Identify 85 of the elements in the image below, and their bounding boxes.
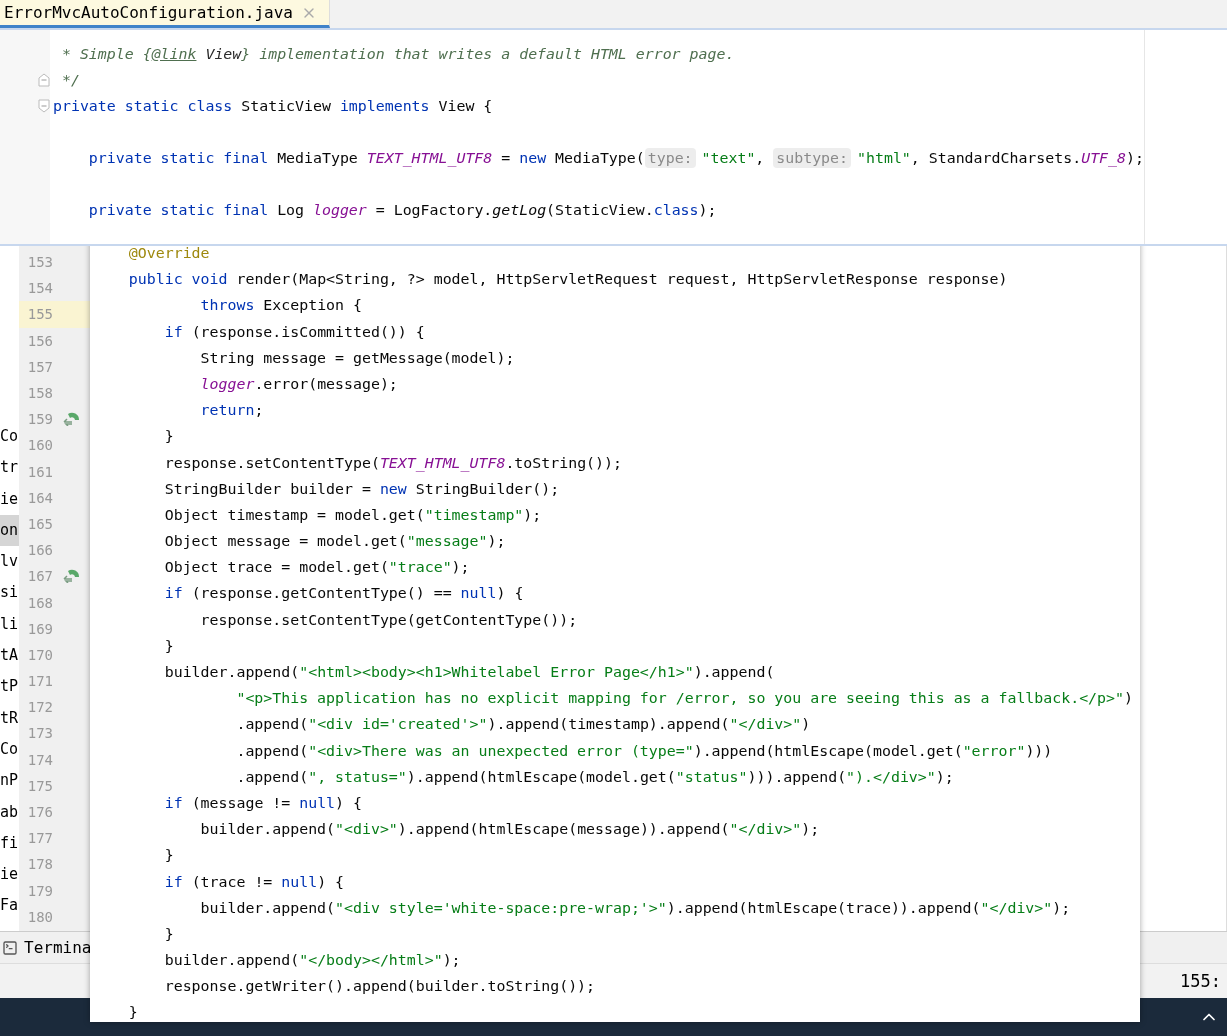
code-line: builder.append("<div>").append(htmlEscape(message)).append("</div>"); <box>199 819 821 841</box>
line-number: 180 <box>26 908 53 925</box>
code-line: */ <box>60 70 81 91</box>
code-line: response.setContentType(TEXT_HTML_UTF8.toString()); <box>163 452 623 474</box>
code-line: .append(", status=").append(htmlEscape(model.get("status"))).append(").</div>"); <box>235 766 955 788</box>
project-item[interactable]: si <box>0 577 19 609</box>
fold-icon[interactable] <box>38 73 50 87</box>
project-item[interactable]: tR <box>0 702 19 734</box>
code-line: private static class StaticView implements View { <box>53 96 494 117</box>
project-item[interactable]: li <box>0 608 19 641</box>
code-line: } <box>163 845 175 867</box>
line-number: 164 <box>26 489 53 506</box>
code-line: .append("<div>There was an unexpected error (type=").append(htmlEscape(model.get("error"))) <box>235 740 1054 762</box>
project-item[interactable]: Co <box>0 421 19 453</box>
line-number: 176 <box>26 804 53 821</box>
fold-icon[interactable] <box>38 99 50 113</box>
line-number: 169 <box>26 620 53 637</box>
line-number: 153 <box>26 254 53 271</box>
code-line: public void render(Map<String, ?> model, HttpServletRequest request, HttpServletResponse response) <box>127 269 1009 291</box>
line-number: 154 <box>26 280 53 297</box>
code-line: response.setContentType(getContentType()); <box>199 609 579 631</box>
project-item[interactable]: fi <box>0 827 19 860</box>
line-number: 159 <box>26 411 53 428</box>
line-number: 155 <box>26 306 53 323</box>
code-line: Object trace = model.get("trace"); <box>163 557 471 579</box>
project-item[interactable]: on <box>0 514 19 547</box>
override-icon[interactable] <box>63 569 81 584</box>
caret-position[interactable]: 155: <box>1180 971 1227 991</box>
line-number: 171 <box>26 673 53 690</box>
code-line: if (trace != null) { <box>163 871 346 893</box>
line-number: 157 <box>26 358 53 375</box>
line-number: 167 <box>26 568 53 585</box>
code-line: private static final Log logger = LogFactory.getLog(StaticView.class); <box>87 200 718 221</box>
project-item[interactable]: tP <box>0 671 19 703</box>
code-line: builder.append("<html><body><h1>Whitelabel Error Page</h1>").append( <box>163 662 776 683</box>
code-line: if (response.getContentType() == null) { <box>163 583 525 605</box>
project-item[interactable]: tr <box>0 452 19 484</box>
code-line: .append("<div id='created'>").append(timestamp).append("</div>") <box>235 714 812 736</box>
line-number: 160 <box>26 437 53 454</box>
line-number: 173 <box>26 725 53 742</box>
code-line: response.getWriter().append(builder.toString()); <box>163 976 597 998</box>
code-line: } <box>163 923 175 945</box>
line-number: 174 <box>26 751 53 768</box>
code-line: if (message != null) { <box>163 792 363 814</box>
code-line: StringBuilder builder = new StringBuilder(); <box>163 478 561 500</box>
project-item[interactable]: tA <box>0 640 19 672</box>
code-line: private static final MediaType TEXT_HTML_UTF8 = new MediaType( type: "text", subtype: "html", StandardCharsets.UTF_8); <box>87 147 1144 170</box>
override-icon[interactable] <box>63 412 81 427</box>
code-line: return; <box>199 400 265 422</box>
line-number: 161 <box>26 463 53 480</box>
code-line: "<p>This application has no explicit mapping for /error, so you are seeing this as a fallback.</p>") <box>235 688 1134 710</box>
line-number: 165 <box>26 515 53 532</box>
file-tab[interactable]: ErrorMvcAutoConfiguration.java <box>0 0 330 28</box>
code-line: } <box>163 426 175 448</box>
project-item[interactable]: Fa <box>0 890 19 922</box>
project-item[interactable]: ie <box>0 859 19 891</box>
code-line: * Simple {@link View} implementation that writes a default HTML error page. <box>60 44 736 65</box>
line-number: 166 <box>26 542 53 559</box>
code-line: String message = getMessage(model); <box>199 347 516 369</box>
line-number: 158 <box>26 385 53 402</box>
project-item[interactable]: ab <box>0 796 19 828</box>
line-number: 178 <box>26 856 53 873</box>
code-line: } <box>163 635 175 657</box>
code-line: Object message = model.get("message"); <box>163 531 507 553</box>
line-number: 179 <box>26 882 53 899</box>
project-item[interactable]: nP <box>0 765 19 797</box>
terminal-icon <box>2 939 18 956</box>
code-line: builder.append("<div style='white-space:pre-wrap;'>").append(htmlEscape(trace)).append("</div>"); <box>199 897 1072 919</box>
code-line: logger.error(message); <box>199 373 399 395</box>
project-item[interactable]: ie <box>0 483 19 515</box>
code-line: Object timestamp = model.get("timestamp"); <box>163 504 543 526</box>
project-item[interactable]: Co <box>0 733 19 766</box>
line-number: 172 <box>26 699 53 716</box>
code-line: builder.append("</body></html>"); <box>163 950 462 972</box>
line-number: 168 <box>26 594 53 611</box>
code-line: throws Exception { <box>199 295 363 317</box>
terminal-tab[interactable]: Termina <box>0 938 92 957</box>
line-number: 177 <box>26 830 53 847</box>
code-line: if (response.isCommitted()) { <box>163 321 426 343</box>
line-number: 156 <box>26 332 53 349</box>
line-number: 170 <box>26 646 53 663</box>
project-item[interactable]: lv <box>0 546 19 578</box>
code-line: @Override <box>127 243 211 264</box>
code-line: } <box>127 1002 139 1022</box>
line-number: 175 <box>26 777 53 794</box>
